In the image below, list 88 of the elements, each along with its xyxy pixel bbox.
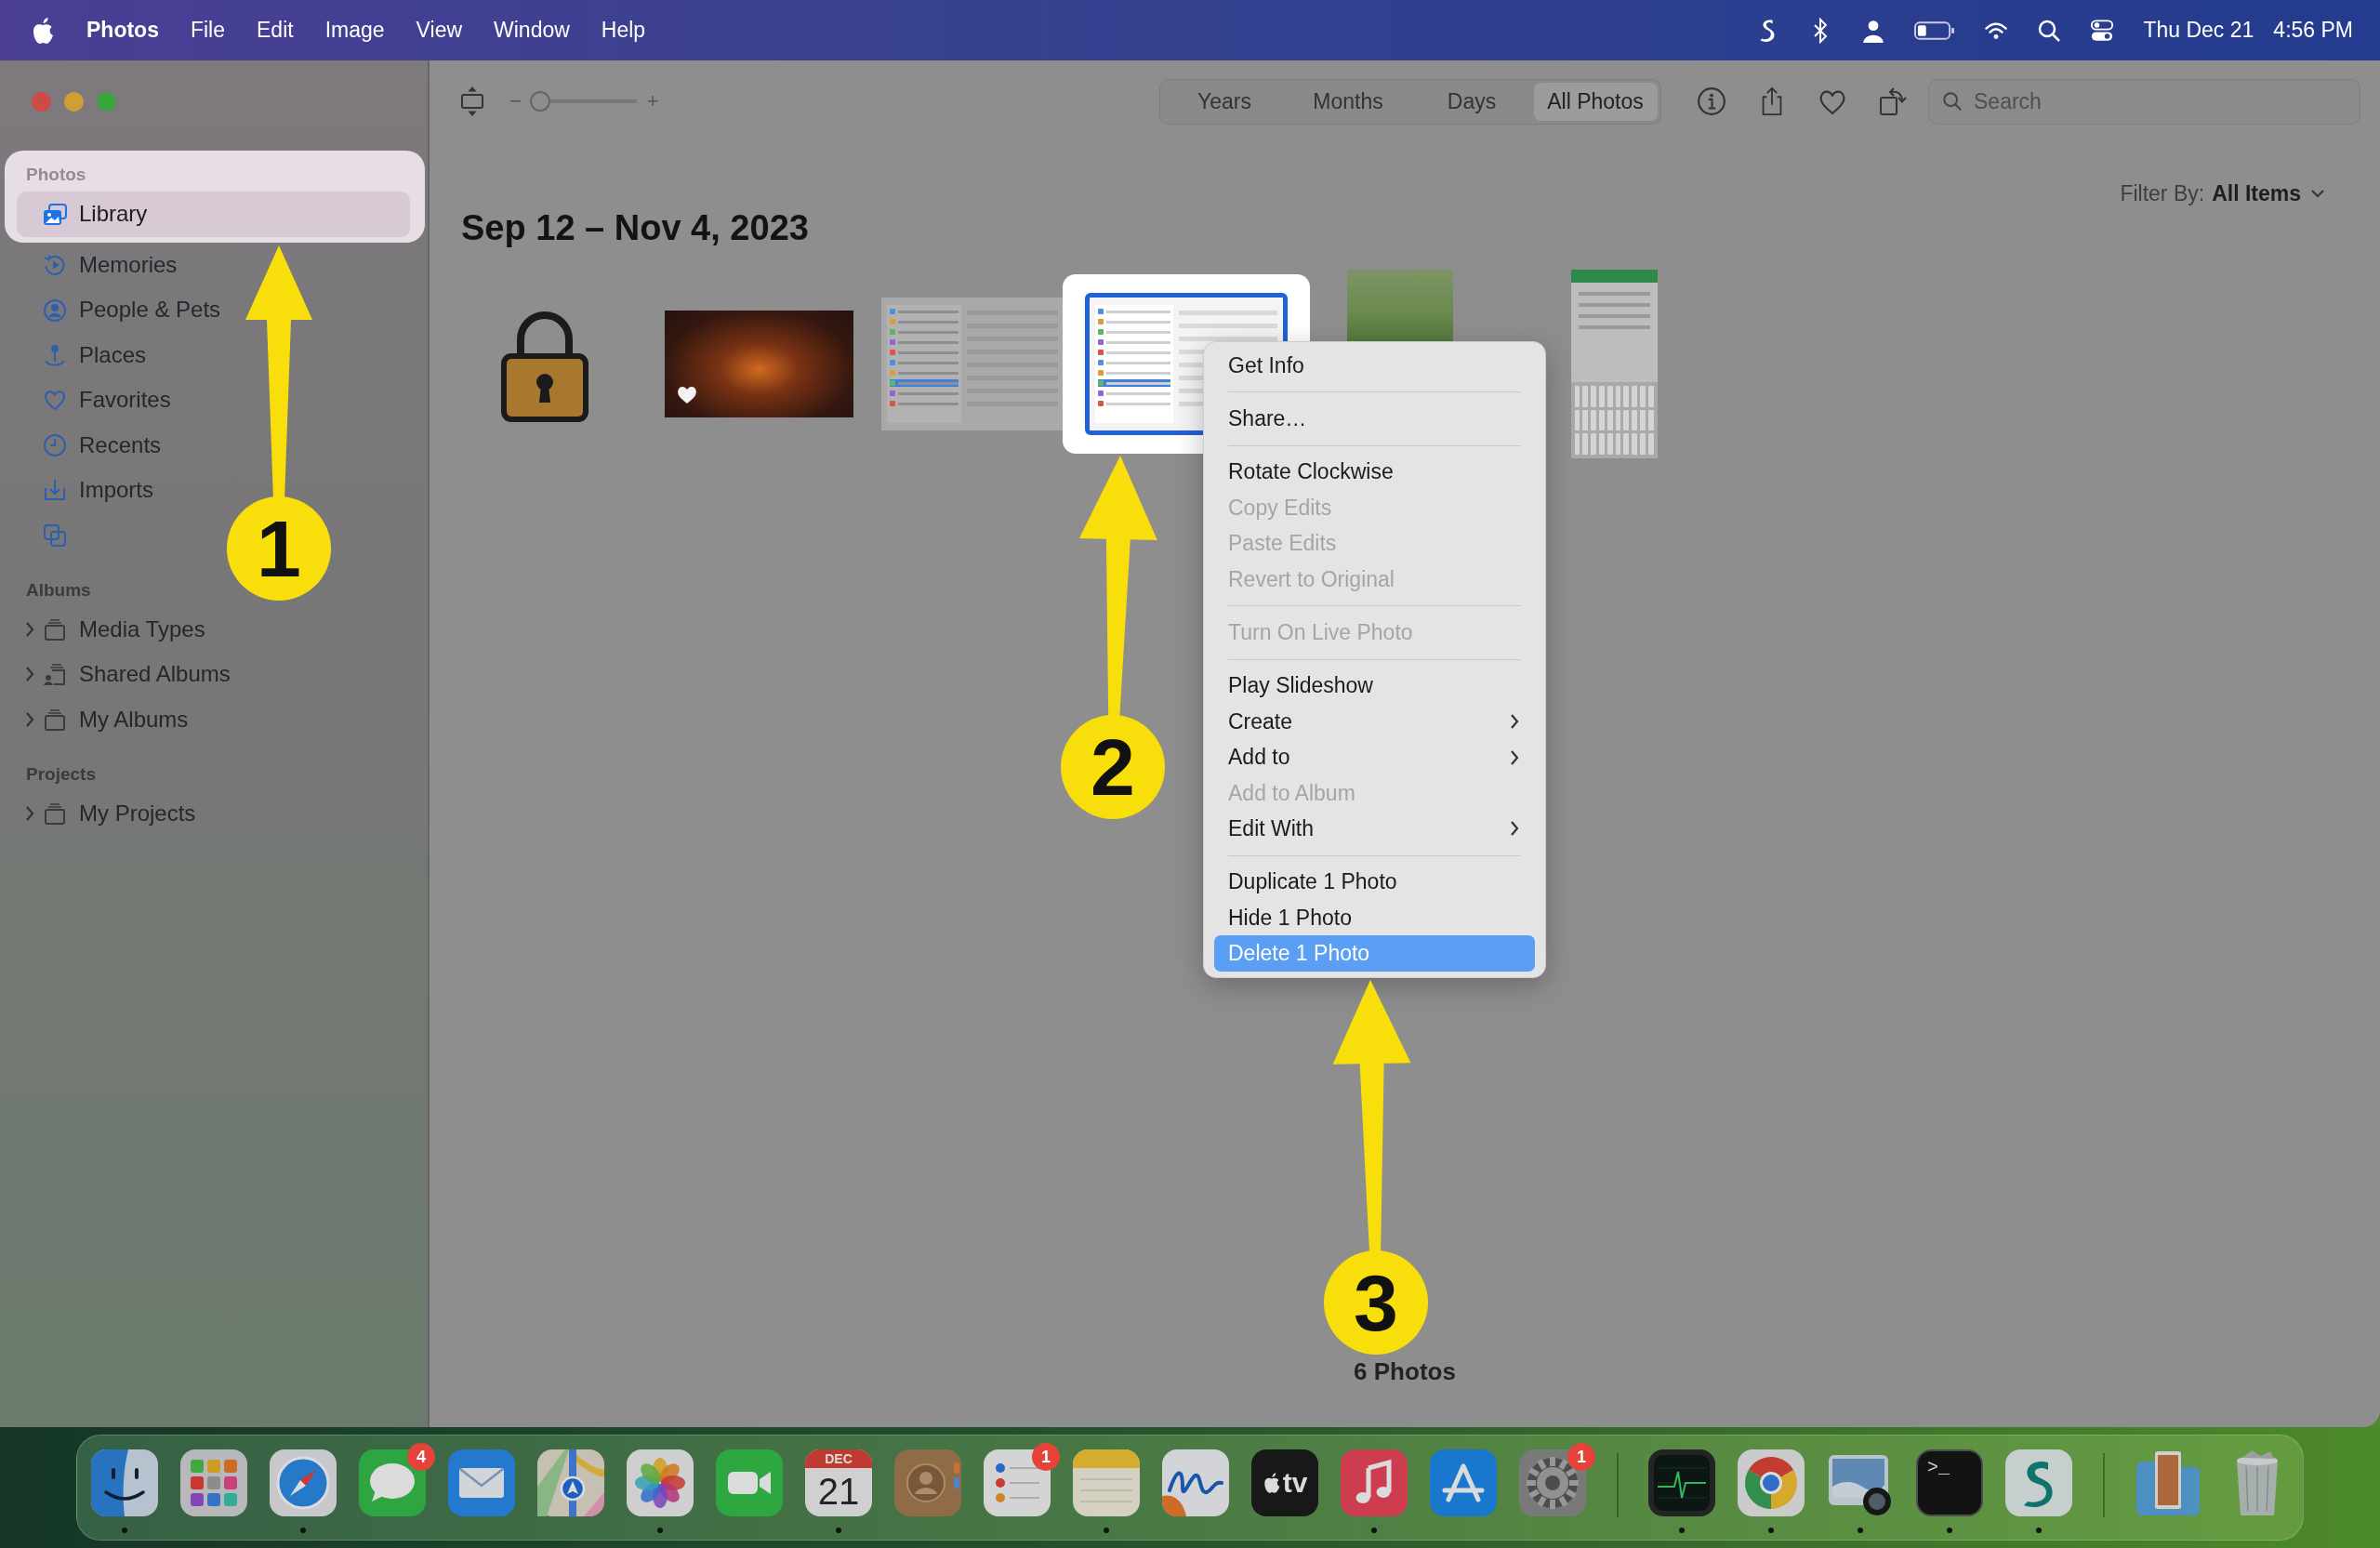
clock-icon: [43, 432, 67, 457]
sidebar-section-header: Projects: [25, 762, 96, 786]
view-tab[interactable]: Years: [1162, 82, 1287, 121]
menu-item[interactable]: Rotate Clockwise: [1214, 454, 1535, 491]
shared-tray-icon: [43, 662, 67, 687]
envelope-icon[interactable]: [448, 1449, 515, 1516]
terminal-button[interactable]: >_: [1916, 1449, 1983, 1516]
sidebar-item[interactable]: People & Pets: [17, 287, 231, 333]
notification-badge: 1: [1567, 1443, 1595, 1471]
circular-play-icon: [43, 253, 67, 278]
zoom-slider-thumb[interactable]: [530, 91, 551, 112]
battery-icon[interactable]: [1914, 19, 1956, 42]
sidebar-item[interactable]: My Projects: [17, 790, 205, 837]
sidebar-item[interactable]: Imports: [17, 467, 163, 513]
photo-placeholder[interactable]: [664, 311, 853, 417]
sidebar-item[interactable]: Favorites: [17, 377, 180, 423]
view-tab[interactable]: Months: [1286, 82, 1410, 121]
fit-view-icon[interactable]: [459, 86, 485, 117]
menu-bar-date[interactable]: Thu Dec 21: [2143, 18, 2254, 43]
rotate-icon[interactable]: [1878, 86, 1908, 116]
photo-stack-icon: [43, 202, 67, 227]
pulse-graph-icon[interactable]: [1648, 1449, 1715, 1516]
apple-icon[interactable]: [31, 16, 55, 45]
gear-icon[interactable]: [1519, 1449, 1586, 1516]
heart-icon: [43, 388, 67, 413]
menu-bar-item[interactable]: Window: [494, 18, 570, 43]
sidebar-item[interactable]: My Albums: [17, 696, 198, 742]
menu-bar-item[interactable]: Help: [601, 18, 646, 43]
menu-item[interactable]: Share…: [1214, 401, 1535, 437]
view-tab[interactable]: All Photos: [1533, 82, 1658, 121]
sidebar-item[interactable]: Shared Albums: [17, 652, 240, 697]
phone-screenshot-drawing[interactable]: [1570, 270, 1658, 458]
menu-bar-item[interactable]: View: [416, 18, 463, 43]
overlapping-squares-icon: [43, 523, 67, 548]
menu-bar-item[interactable]: File: [190, 18, 225, 43]
menu-item[interactable]: Duplicate 1 Photo: [1214, 864, 1535, 901]
sidebar-item[interactable]: Library: [17, 192, 410, 237]
menu-item[interactable]: Create: [1214, 704, 1535, 740]
menu-bar-item[interactable]: Edit: [257, 18, 294, 43]
address-book-icon[interactable]: [894, 1449, 961, 1516]
menu-item[interactable]: Play Slideshow: [1214, 668, 1535, 705]
search-field[interactable]: Search: [1928, 78, 2360, 125]
scribble-icon[interactable]: [1162, 1449, 1229, 1516]
app-grid-icon[interactable]: [180, 1449, 247, 1516]
video-camera-icon[interactable]: [716, 1449, 783, 1516]
date-range-title: Sep 12 – Nov 4, 2023: [460, 207, 810, 248]
stylized-a-icon[interactable]: [1430, 1449, 1497, 1516]
folder-stack-icon[interactable]: [2135, 1449, 2202, 1516]
menu-item[interactable]: Hide 1 Photo: [1214, 900, 1535, 936]
smiling-face-icon[interactable]: [91, 1449, 158, 1516]
filter-dropdown[interactable]: All Items: [2212, 180, 2325, 206]
sidebar-section-header: Albums: [25, 578, 91, 602]
sidebar-section-header: Photos: [25, 164, 86, 186]
tv-app-button[interactable]: tv: [1251, 1449, 1318, 1516]
compass-icon[interactable]: [270, 1449, 337, 1516]
info-icon[interactable]: [1697, 86, 1726, 116]
filter-label: Filter By:: [2120, 180, 2205, 206]
menu-item[interactable]: Get Info: [1214, 348, 1535, 384]
search-icon: [1942, 90, 1963, 112]
photo-count: 6 Photos: [1354, 1357, 1456, 1386]
flower-icon[interactable]: [627, 1449, 694, 1516]
notification-badge: 1: [1032, 1443, 1060, 1471]
person-circle-icon: [43, 298, 67, 323]
sidebar-item[interactable]: Media Types: [17, 606, 215, 653]
sidebar-item[interactable]: Places: [17, 332, 156, 378]
menu-bar-clock[interactable]: 4:56 PM: [2273, 18, 2353, 43]
map-pin-icon: [43, 342, 67, 367]
download-tray-icon: [43, 478, 67, 503]
map-icon[interactable]: [537, 1449, 604, 1516]
view-tab[interactable]: Days: [1409, 82, 1534, 121]
tray-stack-icon: [43, 707, 67, 732]
toggle-switches-icon[interactable]: [2090, 17, 2115, 44]
tray-stack-icon: [43, 616, 67, 642]
sidebar-item[interactable]: Memories: [17, 243, 187, 288]
notepad-icon[interactable]: [1073, 1449, 1140, 1516]
sidebar-item[interactable]: Recents: [17, 422, 171, 468]
menu-item[interactable]: Edit With: [1214, 811, 1535, 847]
music-note-icon[interactable]: [1341, 1449, 1408, 1516]
apple-icon: [1262, 1472, 1281, 1494]
tray-stack-icon: [43, 801, 67, 827]
calendar-button[interactable]: DEC 21: [805, 1449, 872, 1516]
menu-bar-item[interactable]: Image: [324, 18, 385, 43]
notification-badge: 4: [407, 1443, 435, 1471]
app-menu[interactable]: Photos: [86, 18, 159, 43]
speech-bubble-icon[interactable]: [359, 1449, 426, 1516]
menu-item[interactable]: Add to: [1214, 739, 1535, 775]
checklist-icon[interactable]: [984, 1449, 1051, 1516]
chevron-down-icon: [2310, 189, 2325, 198]
